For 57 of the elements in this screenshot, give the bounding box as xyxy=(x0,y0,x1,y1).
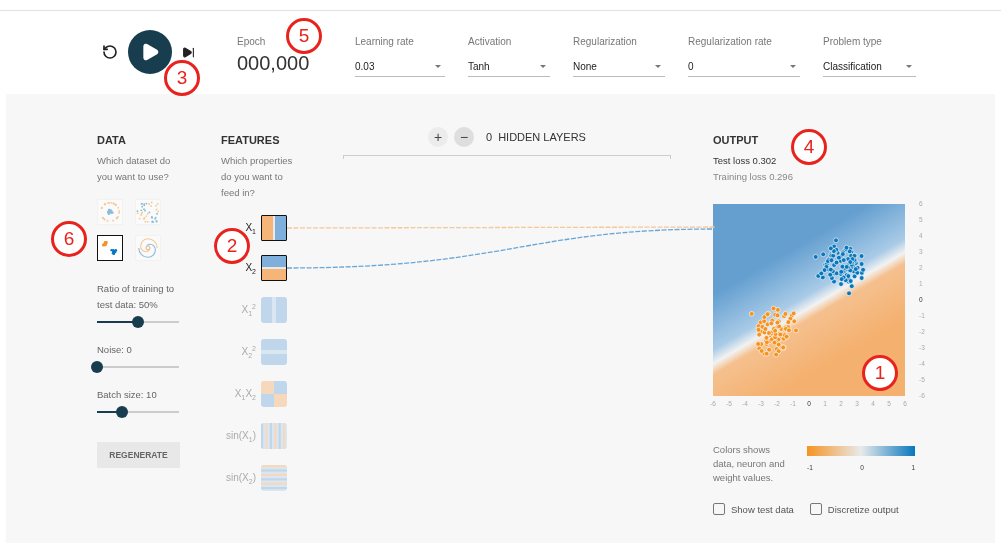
section-title: OUTPUT xyxy=(713,133,759,147)
feature-heatmap[interactable] xyxy=(261,215,287,241)
play-button[interactable] xyxy=(128,30,172,74)
dropdown-label: Learning rate xyxy=(355,36,415,48)
caret-icon xyxy=(906,64,912,68)
dataset-thumbnail-drawing xyxy=(136,200,160,224)
caret-icon xyxy=(540,64,546,68)
slider-thumb[interactable] xyxy=(116,406,129,418)
test-loss: Test loss 0.302 xyxy=(713,154,778,168)
slider-label: Batch size: 10 xyxy=(97,388,158,402)
dropdown[interactable]: None xyxy=(573,56,665,77)
data-point-cluster xyxy=(813,237,866,296)
checkbox[interactable] xyxy=(713,503,725,515)
section-question: Which properties do you want to feed in? xyxy=(221,154,294,200)
dropdown[interactable]: 0 xyxy=(688,56,800,77)
slider-thumb[interactable] xyxy=(91,361,103,373)
checkbox-option[interactable]: Discretize output xyxy=(809,503,899,515)
dataset-thumbnail-drawing xyxy=(136,236,160,260)
dropdown-label: Regularization rate xyxy=(688,36,773,48)
layer-count: 0 xyxy=(486,131,493,143)
annotation-badge: 3 xyxy=(164,60,200,96)
training-loss: Training loss 0.296 xyxy=(713,170,794,184)
dataset-option[interactable] xyxy=(97,235,123,261)
section-title: FEATURES xyxy=(221,133,280,147)
dataset-thumbnail-drawing xyxy=(98,200,122,224)
section-question: Which dataset do you want to use? xyxy=(97,154,172,184)
epoch-counter: 000,000 xyxy=(237,52,307,75)
add-layer-button[interactable]: + xyxy=(428,127,448,147)
checkbox-option[interactable]: Show test data xyxy=(713,503,794,515)
feature-label: X$_{2}$ xyxy=(244,261,256,275)
play-icon xyxy=(140,42,160,62)
regenerate-button[interactable]: REGENERATE xyxy=(97,442,180,468)
legend-text: Colors shows data, neuron and weight values. xyxy=(713,443,786,485)
feature-heatmap[interactable] xyxy=(261,255,287,281)
step-icon[interactable] xyxy=(182,45,195,59)
checkbox[interactable] xyxy=(809,503,822,515)
epoch-label: Epoch xyxy=(237,36,267,48)
slider-thumb[interactable] xyxy=(132,316,144,328)
caret-icon xyxy=(790,64,796,68)
data-point-cluster xyxy=(749,305,799,358)
feature-label: sin(X$_{2}$) xyxy=(224,471,256,485)
dropdown[interactable]: Tanh xyxy=(468,56,550,77)
slider-label: Ratio of training to test data: 50% xyxy=(97,282,176,312)
hidden-layers-label: HIDDEN LAYERS xyxy=(498,131,586,143)
dropdown-label: Problem type xyxy=(823,36,883,48)
dropdown[interactable]: 0.03 xyxy=(355,56,445,77)
caret-icon xyxy=(435,64,441,68)
feature-label: sin(X$_{1}$) xyxy=(224,429,256,443)
reset-icon[interactable] xyxy=(102,44,118,60)
dropdown-label: Regularization xyxy=(573,36,638,48)
section-title: DATA xyxy=(97,133,126,147)
remove-layer-button[interactable]: − xyxy=(454,127,474,147)
caret-icon xyxy=(655,64,661,68)
annotation-badge: 5 xyxy=(286,18,322,54)
dropdown[interactable]: Classification xyxy=(823,56,916,77)
dropdown-label: Activation xyxy=(468,36,513,48)
slider-label: Noise: 0 xyxy=(97,343,133,357)
